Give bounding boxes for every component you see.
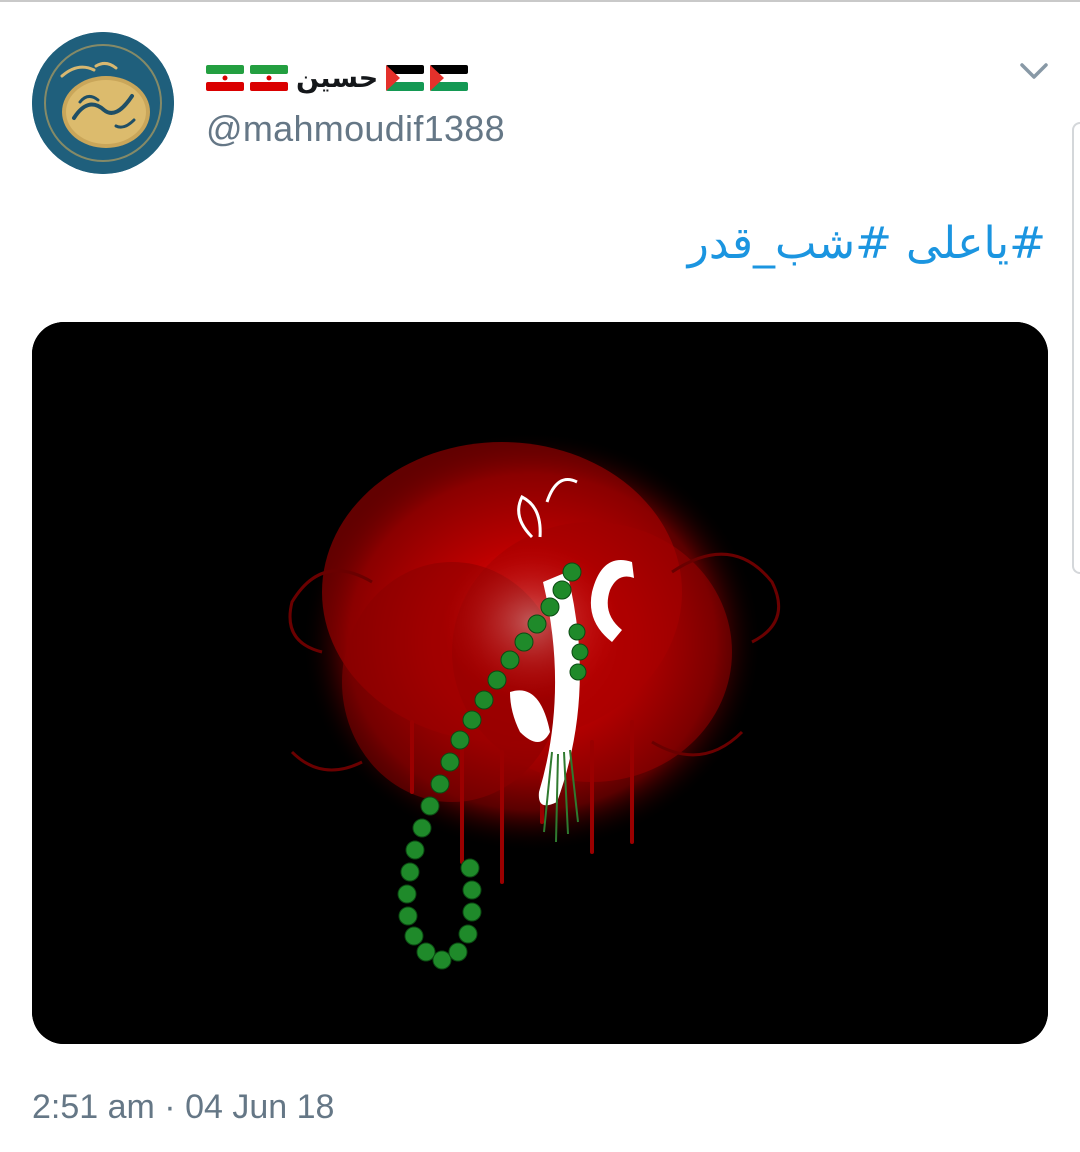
tweet-timestamp[interactable]: 2:51 am · 04 Jun 18 [32,1088,334,1127]
top-divider [0,0,1080,2]
iran-flag-icon [250,65,288,91]
tweet-time: 2:51 am [32,1088,155,1126]
tweet-date: 04 Jun 18 [185,1088,335,1126]
palestine-flag-icon [386,65,425,91]
scroll-edge [1072,122,1080,574]
chevron-down-icon[interactable] [1016,56,1052,86]
display-name-row[interactable]: حسین [206,56,469,100]
iran-flag-icon [206,65,244,91]
avatar[interactable] [32,32,174,174]
user-handle[interactable]: @mahmoudif1388 [206,108,505,150]
palestine-flag-icon [430,65,469,91]
tweet-image[interactable] [32,322,1048,1044]
timestamp-separator: · [154,1088,186,1126]
tweet-text[interactable]: #یاعلی #شب_قدر [688,218,1046,269]
display-name[interactable]: حسین [296,63,378,94]
